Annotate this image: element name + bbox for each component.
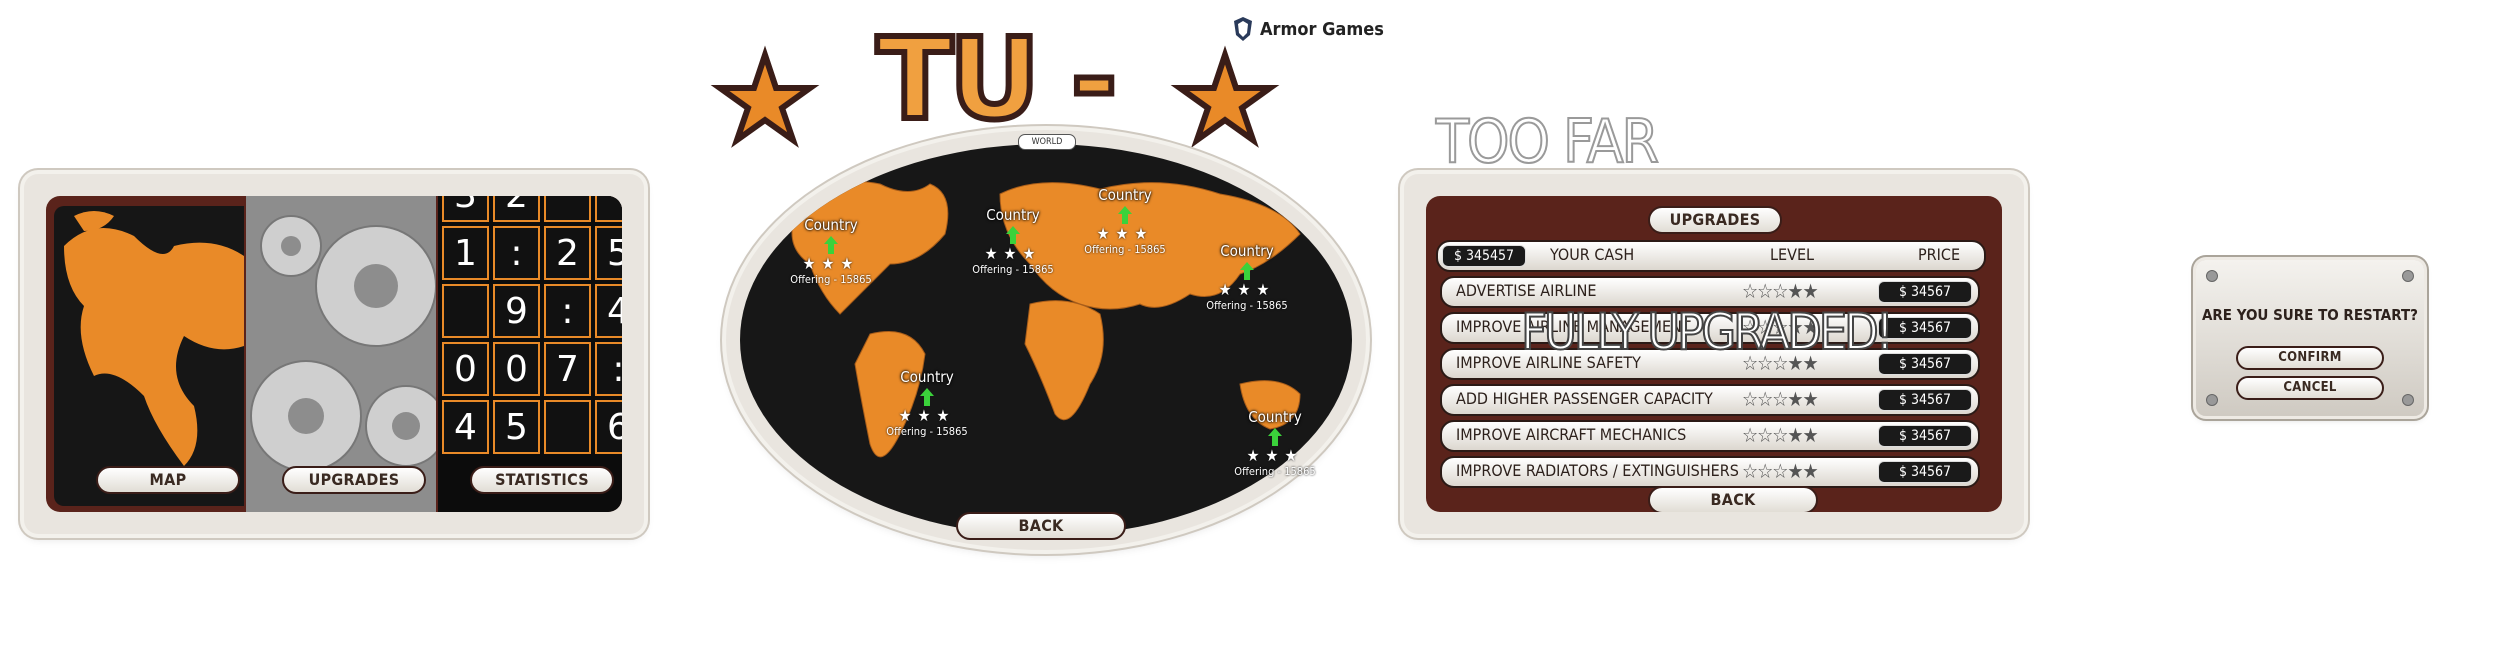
level-stars: ☆☆☆★★ xyxy=(1742,279,1819,303)
map-button[interactable]: MAP xyxy=(96,466,240,494)
pin-icon xyxy=(1268,428,1282,446)
country-marker[interactable]: Country ★★★ Offering - 15865 xyxy=(958,206,1068,276)
country-offering: Offering - 15865 xyxy=(1084,243,1166,256)
digit-cell: 6 xyxy=(595,400,622,454)
price-column-header: PRICE xyxy=(1918,245,1961,264)
screw-icon xyxy=(2402,394,2414,406)
digit-cell: 2 xyxy=(544,226,591,280)
armor-games-logo[interactable]: Armor Games xyxy=(1232,14,1384,44)
digit-cell: 5 xyxy=(595,226,622,280)
restart-question: ARE YOU SURE TO RESTART? xyxy=(2201,306,2419,324)
main-menu-panel: 3 2 1 : 2 5 9 : 4 0 0 7 : 4 5 6 xyxy=(24,174,644,534)
country-offering: Offering - 15865 xyxy=(790,273,872,286)
level-stars: ★★★ xyxy=(898,406,956,425)
confirm-button[interactable]: CONFIRM xyxy=(2236,346,2384,370)
upgrades-title: UPGRADES xyxy=(1648,206,1782,234)
cash-value: $ 345457 xyxy=(1442,245,1526,267)
shield-icon xyxy=(1234,17,1252,41)
screw-icon xyxy=(2206,270,2218,282)
digit-cell: : xyxy=(544,284,591,338)
digit-cell: : xyxy=(493,226,540,280)
digit-grid: 3 2 1 : 2 5 9 : 4 0 0 7 : 4 5 6 xyxy=(442,196,622,454)
upgrade-row[interactable]: IMPROVE AIRCRAFT MECHANICS ☆☆☆★★ $ 34567 xyxy=(1440,420,1980,452)
pin-icon xyxy=(1240,262,1254,280)
level-stars: ☆☆☆★★ xyxy=(1742,387,1819,411)
digit-cell: 4 xyxy=(442,400,489,454)
digit-cell: 9 xyxy=(493,284,540,338)
world-map-panel: WORLD Country ★★★ Offering - 15865 Count… xyxy=(726,130,1366,550)
level-stars: ★★★ xyxy=(984,244,1042,263)
back-button[interactable]: BACK xyxy=(1648,486,1818,512)
level-stars: ★★★ xyxy=(802,254,860,273)
gears-icon xyxy=(250,215,436,472)
upgrade-price: $ 34567 xyxy=(1878,281,1972,303)
world-label: WORLD xyxy=(1018,134,1076,150)
level-stars: ★★★ xyxy=(1096,224,1154,243)
cash-label: YOUR CASH xyxy=(1550,245,1635,264)
brand-name: Armor Games xyxy=(1260,18,1384,40)
digit-cell xyxy=(595,196,622,222)
level-stars: ☆☆☆★★ xyxy=(1742,423,1819,447)
cancel-button[interactable]: CANCEL xyxy=(2236,376,2384,400)
too-far-label: TOO FAR xyxy=(1435,107,1660,177)
country-name: Country xyxy=(1220,242,1274,260)
country-offering: Offering - 15865 xyxy=(1234,465,1316,478)
country-marker[interactable]: Country ★★★ Offering - 15865 xyxy=(1220,408,1330,478)
digit-cell: 7 xyxy=(544,342,591,396)
upgrade-price: $ 34567 xyxy=(1878,389,1972,411)
statistics-button[interactable]: STATISTICS xyxy=(470,466,614,494)
upgrade-name: IMPROVE RADIATORS / EXTINGUISHERS xyxy=(1456,461,1739,480)
pin-icon xyxy=(1118,206,1132,224)
digit-cell xyxy=(544,400,591,454)
restart-dialog: ARE YOU SURE TO RESTART? CONFIRM CANCEL xyxy=(2196,260,2424,416)
country-name: Country xyxy=(804,216,858,234)
upgrades-panel: UPGRADES $ 345457 YOUR CASH LEVEL PRICE … xyxy=(1404,174,2024,534)
digit-cell: 1 xyxy=(442,226,489,280)
cash-row: $ 345457 YOUR CASH LEVEL PRICE xyxy=(1436,240,1986,272)
country-marker[interactable]: Country ★★★ Offering - 15865 xyxy=(1070,186,1180,256)
country-offering: Offering - 15865 xyxy=(886,425,968,438)
country-name: Country xyxy=(900,368,954,386)
digit-cell: 0 xyxy=(442,342,489,396)
pin-icon xyxy=(920,388,934,406)
country-name: Country xyxy=(1098,186,1152,204)
upgrade-name: ADVERTISE AIRLINE xyxy=(1456,281,1597,300)
gears-section xyxy=(246,196,436,512)
fully-upgraded-label: FULLY UPGRADED! xyxy=(1520,302,1895,362)
statistics-section: 3 2 1 : 2 5 9 : 4 0 0 7 : 4 5 6 xyxy=(438,196,622,512)
level-stars: ★★★ xyxy=(1218,280,1276,299)
upgrade-price: $ 34567 xyxy=(1878,461,1972,483)
country-name: Country xyxy=(986,206,1040,224)
country-offering: Offering - 15865 xyxy=(1206,299,1288,312)
level-column-header: LEVEL xyxy=(1770,245,1815,264)
level-stars: ★★★ xyxy=(1246,446,1304,465)
world-map-icon xyxy=(64,211,244,466)
map-section xyxy=(54,206,244,506)
upgrade-name: ADD HIGHER PASSENGER CAPACITY xyxy=(1456,389,1713,408)
pin-icon xyxy=(824,236,838,254)
back-button[interactable]: BACK xyxy=(956,512,1126,540)
upgrades-button[interactable]: UPGRADES xyxy=(282,466,426,494)
upgrade-row[interactable]: ADD HIGHER PASSENGER CAPACITY ☆☆☆★★ $ 34… xyxy=(1440,384,1980,416)
upgrade-name: IMPROVE AIRCRAFT MECHANICS xyxy=(1456,425,1687,444)
country-marker[interactable]: Country ★★★ Offering - 15865 xyxy=(872,368,982,438)
digit-cell: 4 xyxy=(595,284,622,338)
country-offering: Offering - 15865 xyxy=(972,263,1054,276)
upgrade-price: $ 34567 xyxy=(1878,425,1972,447)
country-marker[interactable]: Country ★★★ Offering - 15865 xyxy=(1192,242,1302,312)
screw-icon xyxy=(2206,394,2218,406)
upgrade-row[interactable]: IMPROVE RADIATORS / EXTINGUISHERS ☆☆☆★★ … xyxy=(1440,456,1980,488)
digit-cell xyxy=(442,284,489,338)
digit-cell: 3 xyxy=(442,196,489,222)
digit-cell: 0 xyxy=(493,342,540,396)
country-marker[interactable]: Country ★★★ Offering - 15865 xyxy=(776,216,886,286)
country-name: Country xyxy=(1248,408,1302,426)
digit-cell xyxy=(544,196,591,222)
pin-icon xyxy=(1006,226,1020,244)
screw-icon xyxy=(2402,270,2414,282)
level-stars: ☆☆☆★★ xyxy=(1742,459,1819,483)
digit-cell: 2 xyxy=(493,196,540,222)
digit-cell: : xyxy=(595,342,622,396)
digit-cell: 5 xyxy=(493,400,540,454)
